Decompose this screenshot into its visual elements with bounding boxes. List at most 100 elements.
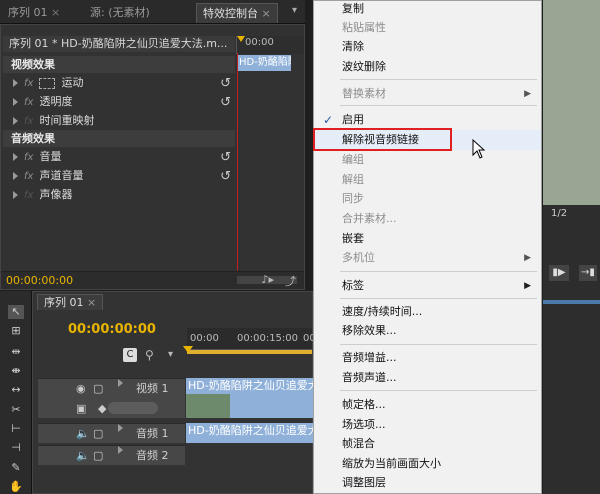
- effect-row-volume[interactable]: fx 音量 ↺: [3, 147, 235, 166]
- menu-item-enable[interactable]: ✓ 启用: [314, 110, 541, 130]
- fx-icon: fx: [24, 116, 34, 127]
- mini-ruler: 00:00: [236, 36, 304, 54]
- ec-clip-bar[interactable]: HD-奶酪陷阱: [237, 55, 291, 71]
- tab-effect-controls[interactable]: 特效控制台 ×: [196, 3, 278, 23]
- menu-item-nest[interactable]: 嵌套: [314, 229, 541, 249]
- speaker-icon[interactable]: 🔈: [76, 446, 90, 466]
- reset-icon[interactable]: ↺: [220, 167, 231, 186]
- menu-item-paste-attributes[interactable]: 粘贴属性: [314, 18, 541, 38]
- menu-item-audio-gain[interactable]: 音频增益...: [314, 348, 541, 368]
- reset-icon[interactable]: ↺: [220, 74, 231, 93]
- audio-clip[interactable]: HD-奶酪陷阱之仙贝追爱大: [186, 423, 313, 443]
- menu-item-multi-camera[interactable]: 多机位 ▶: [314, 248, 541, 268]
- expand-icon[interactable]: [118, 446, 123, 454]
- expand-icon[interactable]: [118, 379, 123, 387]
- work-area-bar[interactable]: [187, 350, 312, 354]
- track-header-video-1[interactable]: ◉ ▢ 视频 1 ▣ ◆: [38, 378, 185, 418]
- slide-tool-icon[interactable]: ⊣: [8, 441, 24, 455]
- expand-icon[interactable]: [13, 191, 18, 199]
- effect-row-opacity[interactable]: fx 透明度 ↺: [3, 92, 235, 111]
- fx-icon[interactable]: fx: [24, 78, 33, 89]
- fx-icon[interactable]: fx: [24, 171, 33, 182]
- export-icon[interactable]: ⤴: [285, 273, 296, 289]
- fx-icon[interactable]: fx: [24, 152, 33, 163]
- speaker-icon[interactable]: 🔈: [76, 424, 90, 444]
- track-header-audio-2[interactable]: 🔈 ▢ 音频 2: [38, 445, 185, 465]
- step-forward-icon[interactable]: ▮▶: [549, 265, 569, 281]
- menu-item-remove-effects[interactable]: 移除效果...: [314, 321, 541, 341]
- submenu-arrow-icon: ▶: [524, 89, 531, 99]
- effect-row-motion[interactable]: fx 运动 ↺: [3, 73, 235, 92]
- ec-timecode[interactable]: 00:00:00:00: [6, 274, 73, 287]
- video-clip[interactable]: HD-奶酪陷阱之仙贝追爱大: [186, 378, 313, 418]
- tools-panel: ↖ ⊞ ⇹ ⇼ ↔ ✂ ⊢ ⊣ ✎ ✋: [0, 291, 32, 494]
- reset-icon[interactable]: ↺: [220, 93, 231, 112]
- expand-icon[interactable]: [13, 153, 18, 161]
- display-style-icon[interactable]: ▣: [76, 399, 86, 419]
- audio-playback-icon[interactable]: ♪▸: [261, 273, 274, 286]
- marker-icon[interactable]: ⚲: [145, 348, 154, 362]
- tab-sequence[interactable]: 序列 01 ×: [2, 3, 66, 23]
- menu-separator: [340, 344, 537, 345]
- transform-icon[interactable]: [39, 77, 56, 89]
- menu-item-audio-channels[interactable]: 音频声道...: [314, 368, 541, 388]
- expand-icon[interactable]: [13, 117, 18, 125]
- menu-item-copy[interactable]: 复制: [314, 0, 541, 19]
- go-to-out-icon[interactable]: →▮: [579, 265, 597, 281]
- menu-item-group[interactable]: 编组: [314, 150, 541, 170]
- menu-item-field-options[interactable]: 场选项...: [314, 415, 541, 435]
- tab-source[interactable]: 源: (无素材): [84, 3, 156, 23]
- pen-tool-icon[interactable]: ✎: [8, 461, 24, 475]
- track-select-tool-icon[interactable]: ⊞: [8, 324, 24, 338]
- rate-stretch-tool-icon[interactable]: ↔: [8, 383, 24, 397]
- track-header-audio-1[interactable]: 🔈 ▢ 音频 1: [38, 423, 185, 443]
- timeline-playhead-icon[interactable]: [183, 346, 193, 353]
- menu-item-speed-duration[interactable]: 速度/持续时间...: [314, 302, 541, 322]
- lock-icon[interactable]: ▢: [93, 446, 103, 466]
- menu-item-scale-to-frame[interactable]: 缩放为当前画面大小: [314, 454, 541, 474]
- slip-tool-icon[interactable]: ⊢: [8, 422, 24, 436]
- panel-tab-bar: 序列 01 × 源: (无素材) 特效控制台 × ▾: [0, 0, 305, 24]
- timeline-timecode[interactable]: 00:00:00:00: [68, 322, 156, 337]
- add-marker-icon[interactable]: ▾: [168, 349, 173, 360]
- menu-item-adjustment-layer[interactable]: 调整图层: [314, 473, 541, 493]
- lock-icon[interactable]: ▢: [93, 424, 103, 444]
- audio-meter: [543, 300, 600, 304]
- keyframe-nav[interactable]: [108, 402, 158, 414]
- zoom-select[interactable]: 1/2: [551, 208, 567, 219]
- effect-row-time-remap[interactable]: fx 时间重映射: [3, 111, 235, 130]
- fx-icon[interactable]: fx: [24, 97, 33, 108]
- playhead-icon[interactable]: [237, 36, 245, 42]
- reset-icon[interactable]: ↺: [220, 148, 231, 167]
- menu-item-merge-clips[interactable]: 合并素材...: [314, 209, 541, 229]
- keyframe-icon[interactable]: ◆: [98, 399, 106, 419]
- effect-row-panner[interactable]: fx 声像器: [3, 185, 235, 204]
- snap-icon[interactable]: C: [123, 348, 137, 362]
- fx-icon: fx: [24, 190, 34, 201]
- menu-item-replace-footage[interactable]: 替换素材 ▶: [314, 84, 541, 104]
- selection-tool-icon[interactable]: ↖: [8, 305, 24, 319]
- expand-icon[interactable]: [118, 424, 123, 432]
- menu-item-label[interactable]: 标签 ▶: [314, 276, 541, 296]
- eye-icon[interactable]: ◉: [76, 379, 86, 399]
- expand-icon[interactable]: [13, 98, 18, 106]
- lock-icon[interactable]: ▢: [93, 379, 103, 399]
- tab-timeline-sequence[interactable]: 序列 01 ×: [37, 294, 104, 310]
- menu-item-ungroup[interactable]: 解组: [314, 170, 541, 190]
- menu-item-frame-hold[interactable]: 帧定格...: [314, 395, 541, 415]
- expand-icon[interactable]: [13, 79, 18, 87]
- menu-item-clear[interactable]: 清除: [314, 37, 541, 57]
- expand-icon[interactable]: [13, 172, 18, 180]
- menu-item-frame-blend[interactable]: 帧混合: [314, 434, 541, 454]
- razor-tool-icon[interactable]: ✂: [8, 403, 24, 417]
- ripple-edit-tool-icon[interactable]: ⇹: [8, 345, 24, 359]
- panel-menu-icon[interactable]: ▾: [292, 5, 297, 16]
- timeline-ruler[interactable]: 00:00 00:00:15:00 00:00: [187, 328, 332, 350]
- menu-item-ripple-delete[interactable]: 波纹删除: [314, 57, 541, 77]
- rolling-edit-tool-icon[interactable]: ⇼: [8, 364, 24, 378]
- effects-list: 视频效果 fx 运动 ↺ fx 透明度 ↺ fx 时间重映射 音频效果 fx 音量 ↺ …: [3, 56, 235, 204]
- effect-controls-panel: 序列 01 * HD-奶酪陷阱之仙贝追爱大法.m... 00:00 HD-奶酪陷…: [0, 24, 305, 290]
- hand-tool-icon[interactable]: ✋: [8, 480, 24, 494]
- effect-row-channel-volume[interactable]: fx 声道音量 ↺: [3, 166, 235, 185]
- menu-item-synchronize[interactable]: 同步: [314, 189, 541, 209]
